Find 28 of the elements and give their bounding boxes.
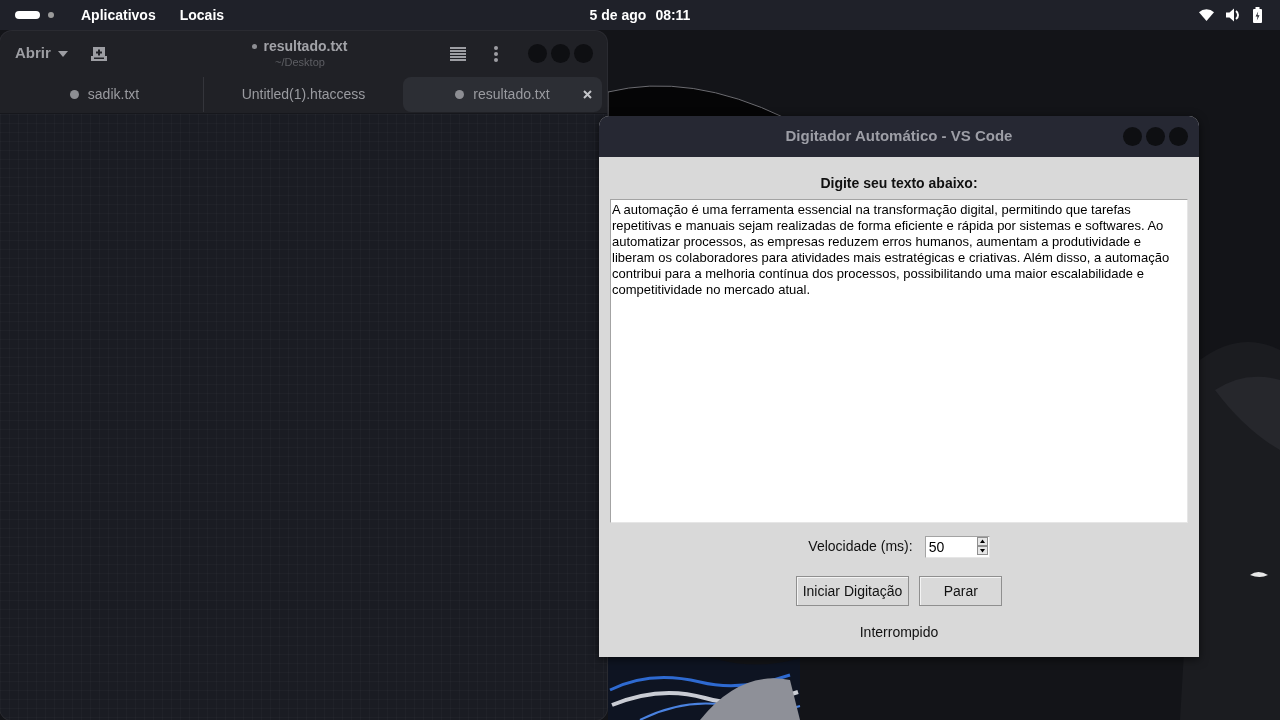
- close-icon[interactable]: [583, 90, 592, 99]
- spin-up-icon[interactable]: [976, 537, 988, 546]
- editor-tab[interactable]: sadik.txt: [5, 77, 204, 112]
- start-button[interactable]: Iniciar Digitação: [795, 576, 910, 606]
- open-button[interactable]: Abrir: [7, 36, 76, 71]
- workspace-indicator[interactable]: [15, 11, 40, 19]
- window-title: Digitador Automático - VS Code: [785, 126, 1013, 147]
- battery-icon[interactable]: [1253, 7, 1262, 23]
- spin-down-icon[interactable]: [976, 546, 988, 555]
- new-document-icon[interactable]: [90, 46, 107, 61]
- editor-tab[interactable]: resultado.txt: [403, 77, 602, 112]
- status-label: Interrompido: [859, 623, 939, 641]
- stop-button[interactable]: Parar: [919, 576, 1003, 606]
- top-bar-menu[interactable]: Aplicativos: [69, 0, 168, 30]
- caret-icon[interactable]: [57, 50, 68, 57]
- volume-icon[interactable]: [1226, 8, 1241, 22]
- clock-button[interactable]: 5 de ago 08:11: [581, 0, 699, 30]
- top-bar-menu[interactable]: Locais: [167, 0, 237, 30]
- prompt-label: Digite seu texto abaixo:: [820, 174, 978, 192]
- workspace-indicator[interactable]: [48, 12, 54, 18]
- window-title: resultado.txt: [263, 39, 348, 53]
- editor-tab[interactable]: Untitled(1).htaccess: [204, 77, 403, 112]
- window-subtitle: ~/Desktop: [275, 57, 325, 68]
- menu-icon[interactable]: [450, 46, 466, 61]
- text-input-area[interactable]: A automação é uma ferramenta essencial na transformação digital, permitindo que tarefas repetitivas e manuais sejam realizadas de forma eficiente e rápida por sistemas e softwares. Ao automatizar processos, as empresas reduzem erros humanos, aumentam a produtividade e liberam os colaboradores para atividades mais estratégicas e criativas. Além disso, a automação contribui para a melhoria contínua dos processos, possibilitando uma maior escalabilidade e competitividade no mercado atual.: [610, 199, 1188, 523]
- wifi-icon[interactable]: [1199, 9, 1214, 21]
- vertical-dots-icon[interactable]: [494, 45, 498, 62]
- speed-label: Velocidade (ms):: [808, 536, 913, 556]
